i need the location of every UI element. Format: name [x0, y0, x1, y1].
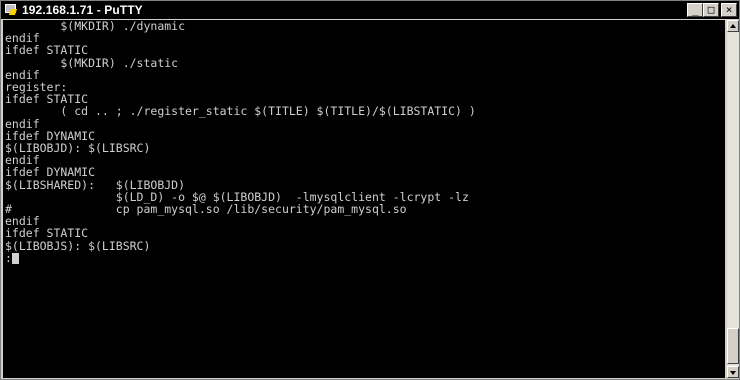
terminal-area[interactable]: $(MKDIR) ./dynamic endif ifdef STATIC $(… [3, 20, 725, 378]
terminal-line: $(MKDIR) ./dynamic [5, 20, 186, 33]
text-cursor [11, 252, 19, 264]
scroll-up-arrow-icon[interactable] [727, 20, 739, 32]
terminal-line: endif [5, 31, 40, 46]
prompt-text: : [5, 250, 12, 265]
minimize-button[interactable]: _ [687, 3, 703, 17]
terminal-line: endif [5, 214, 40, 229]
terminal-line: $(MKDIR) ./static [5, 55, 179, 70]
close-button[interactable]: × [721, 3, 737, 17]
terminal-line: # cp pam_mysql.so /lib/security/pam_mysq… [5, 202, 407, 217]
terminal-line: $(LIBOBJS): $(LIBSRC) [5, 238, 151, 253]
terminal-line: ifdef DYNAMIC [5, 165, 96, 180]
vertical-scrollbar[interactable] [727, 20, 739, 378]
putty-window: 192.168.1.71 - PuTTY _ □ × $(MKDIR) ./dy… [0, 0, 740, 380]
terminal-line: endif [5, 67, 40, 82]
terminal-line: endif [5, 116, 40, 131]
scrollbar-thumb[interactable] [727, 328, 739, 364]
terminal-prompt-line[interactable]: : [5, 252, 725, 264]
window-title: 192.168.1.71 - PuTTY [22, 3, 143, 17]
maximize-button[interactable]: □ [703, 3, 719, 17]
terminal-line: $(LIBSHARED): $(LIBOBJD) [5, 177, 186, 192]
terminal-line: ifdef STATIC [5, 226, 89, 241]
terminal-line: ifdef STATIC [5, 43, 89, 58]
window-controls: _ □ × [687, 3, 737, 17]
putty-icon[interactable] [4, 3, 18, 17]
terminal-line: endif [5, 153, 40, 168]
title-bar[interactable]: 192.168.1.71 - PuTTY _ □ × [1, 1, 739, 19]
terminal-line: register: [5, 80, 68, 95]
terminal-line: $(LIBOBJD): $(LIBSRC) [5, 141, 151, 156]
terminal-line: ( cd .. ; ./register_static $(TITLE) $(T… [5, 104, 476, 119]
scroll-down-arrow-icon[interactable] [727, 366, 739, 378]
